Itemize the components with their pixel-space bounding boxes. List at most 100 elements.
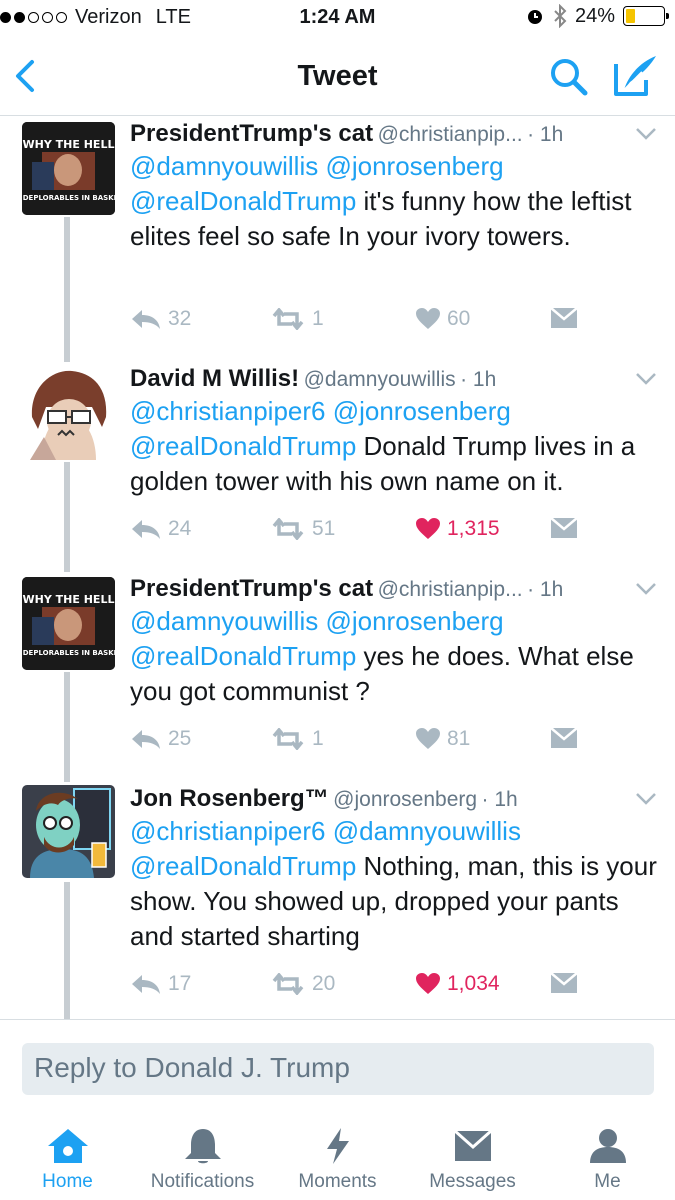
search-icon[interactable] [546,54,590,98]
tab-messages[interactable]: Messages [405,1127,540,1193]
tweet-text: @christianpiper6 @damnyouwillis @realDon… [130,814,665,954]
direct-message-button[interactable] [550,972,578,994]
chevron-down-icon[interactable] [635,127,657,141]
tab-label: Moments [298,1171,377,1192]
thread-connector [64,217,70,362]
reply-icon [132,975,160,994]
tweet[interactable]: Jon Rosenberg™ @jonrosenberg · 1h @chris… [0,782,675,1019]
tweet[interactable]: David M Willis! @damnyouwillis · 1h @chr… [0,362,675,572]
display-name[interactable]: David M Willis! [130,365,299,392]
retweet-button[interactable]: 20 [270,972,335,996]
user-handle[interactable]: @jonrosenberg [333,788,477,811]
mention-link[interactable]: @realDonaldTrump [130,641,356,671]
retweet-count: 51 [312,517,336,540]
avatar[interactable] [22,367,115,460]
retweet-button[interactable]: 1 [270,307,324,331]
tab-home[interactable]: Home [0,1127,135,1193]
tweet-actions: 24 51 1,315 [130,517,590,549]
retweet-icon [272,518,304,540]
display-name[interactable]: PresidentTrump's cat [130,120,373,147]
mention-link[interactable]: @christianpiper6 [130,396,325,426]
reply-button[interactable]: 32 [130,307,191,331]
user-handle[interactable]: @damnyouwillis [304,368,456,391]
like-count: 1,034 [447,972,500,995]
envelope-icon [550,307,578,328]
mention-link[interactable]: @christianpiper6 [130,816,325,846]
like-count: 1,315 [447,517,500,540]
tweet-text: @damnyouwillis @jonrosenberg @realDonald… [130,604,665,709]
avatar-caption-top: WHY THE HELL [23,138,115,151]
battery-icon [623,6,669,26]
mention-link[interactable]: @realDonaldTrump [130,851,356,881]
thread-connector [64,882,70,1019]
chevron-down-icon[interactable] [635,792,657,806]
like-button[interactable]: 81 [415,727,470,751]
mention-link[interactable]: @jonrosenberg [333,396,511,426]
heart-icon [416,518,440,539]
avatar[interactable] [22,785,115,878]
tab-label: Me [594,1171,621,1192]
mention-link[interactable]: @damnyouwillis [130,151,318,181]
reply-button[interactable]: 24 [130,517,191,541]
tweet-actions: 25 1 81 [130,727,590,759]
compose-icon[interactable] [610,52,660,100]
direct-message-button[interactable] [550,517,578,539]
tweet-text: @christianpiper6 @jonrosenberg @realDona… [130,394,665,499]
mention-link[interactable]: @realDonaldTrump [130,186,356,216]
retweet-count: 1 [312,307,324,330]
display-name[interactable]: Jon Rosenberg™ [130,785,329,812]
avatar[interactable]: WHY THE HELL ARE DEPLORABLES IN BASKETS? [22,122,115,215]
like-count: 81 [447,727,471,750]
battery-level [626,9,635,23]
tweet[interactable]: WHY THE HELL ARE DEPLORABLES IN BASKETS?… [0,117,675,362]
home-icon [47,1129,88,1163]
avatar-image: WHY THE HELL ARE DEPLORABLES IN BASKETS? [22,577,115,670]
reply-icon [132,520,160,539]
tab-label: Notifications [150,1171,255,1192]
user-handle[interactable]: @christianpip... [378,123,523,146]
retweet-icon [272,728,304,750]
tab-notifications[interactable]: Notifications [135,1127,270,1193]
mention-link[interactable]: @jonrosenberg [325,606,503,636]
heart-icon [416,308,440,329]
mention-link[interactable]: @damnyouwillis [130,606,318,636]
user-handle[interactable]: @christianpip... [378,578,523,601]
chevron-down-icon[interactable] [635,372,657,386]
status-bar: Verizon LTE 1:24 AM 24% [0,0,675,38]
tweet-text: @damnyouwillis @jonrosenberg @realDonald… [130,149,665,254]
tweet-time: 1h [494,788,518,811]
envelope-icon [550,727,578,748]
display-name[interactable]: PresidentTrump's cat [130,575,373,602]
avatar-caption-top: WHY THE HELL [23,593,115,606]
tweet-time: 1h [539,123,564,146]
direct-message-button[interactable] [550,727,578,749]
mention-link[interactable]: @realDonaldTrump [130,431,356,461]
avatar-image [22,367,115,460]
mention-link[interactable]: @damnyouwillis [333,816,521,846]
avatar[interactable]: WHY THE HELL ARE DEPLORABLES IN BASKETS? [22,577,115,670]
chevron-down-icon[interactable] [635,582,657,596]
envelope-icon [453,1129,492,1161]
direct-message-button[interactable] [550,307,578,329]
retweet-icon [272,308,304,330]
tab-moments[interactable]: Moments [270,1127,405,1193]
like-button[interactable]: 1,034 [415,972,500,996]
mention-link[interactable]: @jonrosenberg [325,151,503,181]
reply-count: 17 [168,972,192,995]
reply-button[interactable]: 25 [130,727,191,751]
reply-input[interactable]: Reply to Donald J. Trump [22,1043,654,1095]
tweet-actions: 32 1 60 [130,307,590,339]
like-button[interactable]: 60 [415,307,470,331]
like-button[interactable]: 1,315 [415,517,500,541]
tab-me[interactable]: Me [540,1127,675,1193]
retweet-button[interactable]: 51 [270,517,335,541]
alarm-icon [527,10,542,24]
retweet-button[interactable]: 1 [270,727,324,751]
tweet-actions: 17 20 1,034 [130,972,590,1004]
reply-icon [132,730,160,749]
retweet-icon [272,973,304,995]
tweet[interactable]: WHY THE HELL ARE DEPLORABLES IN BASKETS?… [0,572,675,782]
reply-button[interactable]: 17 [130,972,191,996]
avatar-image [22,785,115,878]
tab-label: Home [42,1171,93,1192]
